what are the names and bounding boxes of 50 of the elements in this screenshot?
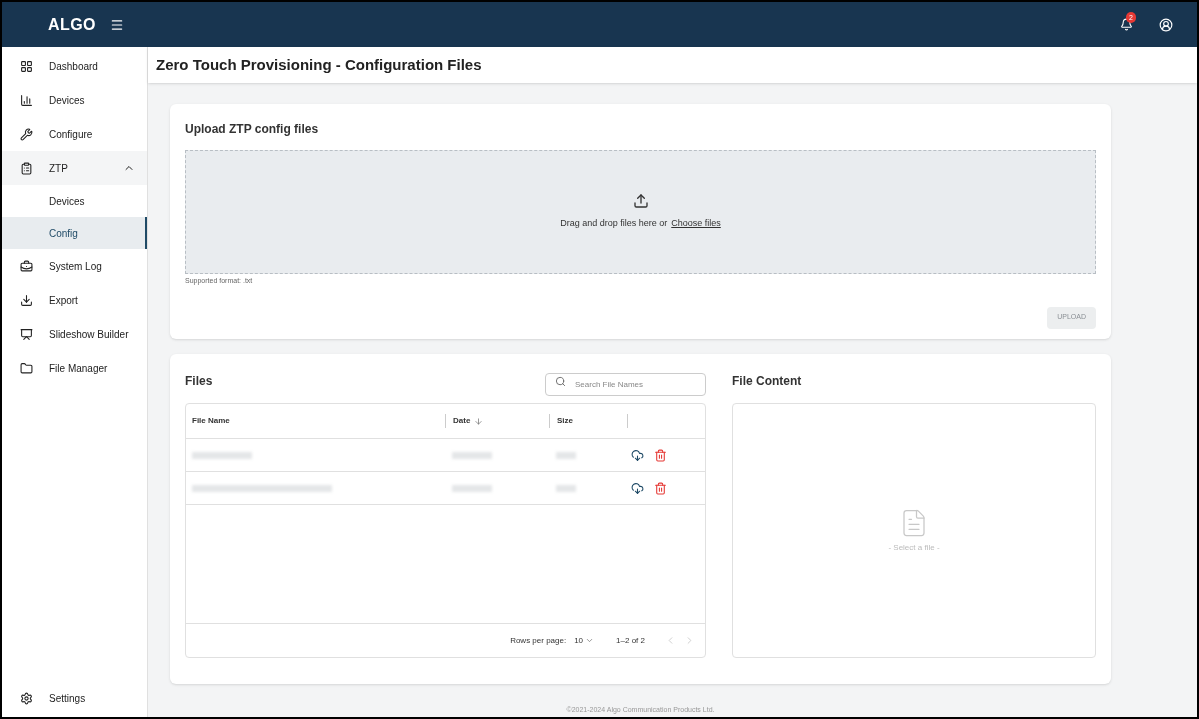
redacted-text — [556, 451, 576, 459]
sidebar-item[interactable]: ZTP — [2, 151, 147, 185]
delete-icon[interactable] — [654, 481, 667, 495]
redacted-text — [452, 484, 492, 492]
sidebar-item[interactable]: Dashboard — [2, 49, 147, 83]
nav-icon — [20, 327, 33, 341]
column-header[interactable]: Date — [445, 414, 549, 428]
sidebar-item[interactable]: Export — [2, 283, 147, 317]
account-icon[interactable] — [1159, 17, 1173, 32]
sidebar-item[interactable]: Devices — [2, 83, 147, 117]
page-title: Zero Touch Provisioning - Configuration Files — [156, 54, 482, 75]
nav-icon — [20, 259, 33, 273]
column-header[interactable]: Size — [549, 414, 627, 428]
choose-files-link[interactable]: Choose files — [671, 217, 721, 231]
download-icon[interactable] — [631, 448, 644, 462]
search-icon — [555, 375, 566, 387]
delete-icon[interactable] — [654, 448, 667, 462]
sidebar-item[interactable]: Configure — [2, 117, 147, 151]
redacted-text — [556, 484, 576, 492]
nav-icon — [20, 59, 33, 73]
sidebar-subitem[interactable]: Devices — [2, 185, 147, 217]
notification-bell-icon[interactable] — [1120, 18, 1133, 31]
nav-icon — [20, 361, 33, 375]
redacted-text — [452, 451, 492, 459]
nav-icon — [20, 161, 33, 175]
drop-text: Drag and drop files here or — [560, 217, 668, 231]
sidebar-item[interactable]: Settings — [2, 681, 147, 715]
search-field[interactable]: Search File Names — [545, 372, 706, 396]
nav-icon — [20, 93, 33, 107]
nav-icon — [20, 127, 33, 141]
nav-icon — [20, 293, 33, 307]
sidebar-subitem[interactable]: Config — [2, 217, 147, 249]
rows-per-page-label: Rows per page: — [510, 634, 567, 647]
card-title: File Content — [732, 373, 802, 390]
upload-icon — [632, 193, 649, 210]
sidebar-item[interactable]: File Manager — [2, 351, 147, 385]
card-title: Files — [185, 373, 213, 390]
caret-icon — [585, 636, 595, 645]
rows-per-page-select[interactable]: 10 — [574, 634, 595, 647]
download-icon[interactable] — [631, 481, 644, 495]
drop-zone[interactable]: Drag and drop files here or Choose files — [185, 150, 1096, 274]
card-title: Upload ZTP config files — [185, 121, 320, 138]
sidebar-item[interactable]: System Log — [2, 249, 147, 283]
page-range: 1–2 of 2 — [616, 634, 645, 647]
sort-arrow-icon[interactable] — [474, 416, 484, 426]
sidebar-item[interactable]: Slideshow Builder — [2, 317, 147, 351]
menu-icon[interactable] — [109, 17, 124, 32]
column-header[interactable]: File Name — [186, 414, 445, 428]
logo: ALGO — [48, 14, 96, 35]
settings-icon — [20, 691, 33, 705]
